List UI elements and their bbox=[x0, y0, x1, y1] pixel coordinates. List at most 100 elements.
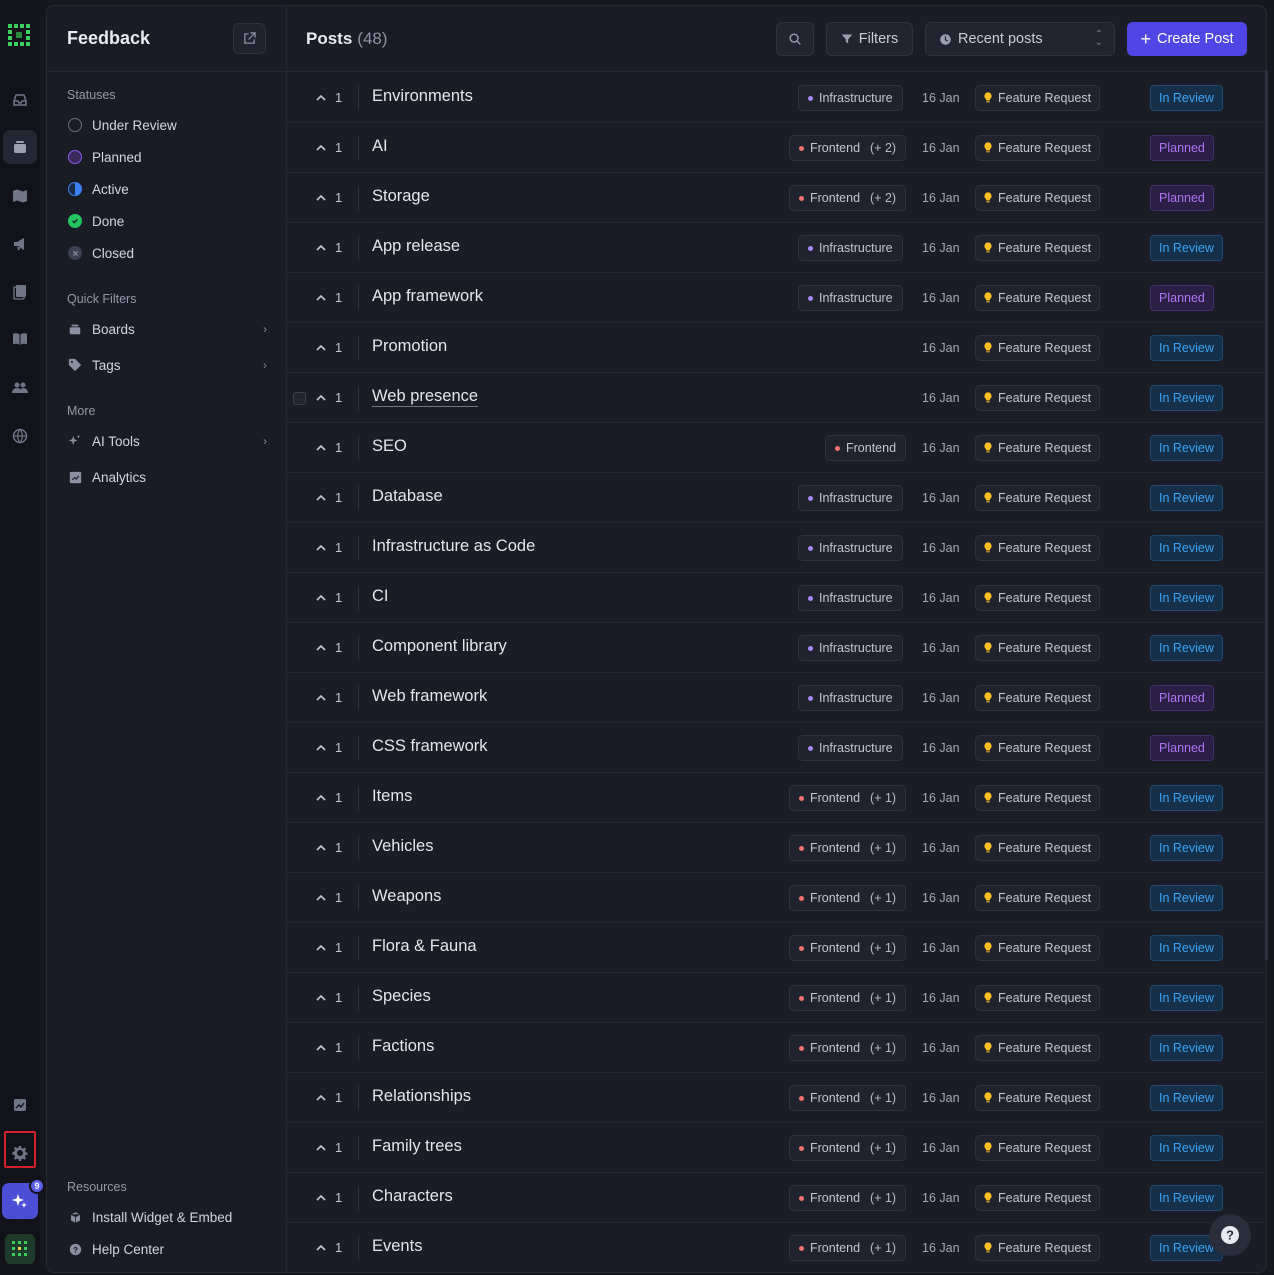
post-title[interactable]: CSS framework bbox=[372, 737, 488, 756]
upvote-button[interactable]: 1 bbox=[315, 290, 342, 305]
category-tag[interactable]: Feature Request bbox=[975, 185, 1100, 211]
board-tag[interactable]: Infrastructure bbox=[798, 585, 903, 611]
status-badge[interactable]: In Review bbox=[1150, 1135, 1223, 1161]
upvote-button[interactable]: 1 bbox=[315, 340, 342, 355]
row-checkbox[interactable] bbox=[293, 392, 306, 405]
category-tag[interactable]: Feature Request bbox=[975, 1185, 1100, 1211]
table-row[interactable]: 1 Relationships Frontend (+ 1) 16 Jan Feature… bbox=[287, 1073, 1266, 1123]
upvote-button[interactable]: 1 bbox=[315, 690, 342, 705]
board-tag[interactable]: Infrastructure bbox=[798, 285, 903, 311]
search-button[interactable] bbox=[776, 22, 814, 56]
category-tag[interactable]: Feature Request bbox=[975, 885, 1100, 911]
status-under-review[interactable]: Under Review bbox=[67, 113, 267, 137]
category-tag[interactable]: Feature Request bbox=[975, 1035, 1100, 1061]
status-badge[interactable]: In Review bbox=[1150, 485, 1223, 511]
board-tag[interactable]: Frontend (+ 1) bbox=[789, 885, 907, 911]
status-badge[interactable]: In Review bbox=[1150, 85, 1223, 111]
category-tag[interactable]: Feature Request bbox=[975, 235, 1100, 261]
category-tag[interactable]: Feature Request bbox=[975, 285, 1100, 311]
status-planned[interactable]: Planned bbox=[67, 145, 267, 169]
upvote-button[interactable]: 1 bbox=[315, 440, 342, 455]
table-row[interactable]: 1 Species Frontend (+ 1) 16 Jan Feature Reque… bbox=[287, 973, 1266, 1023]
post-title[interactable]: AI bbox=[372, 137, 388, 156]
category-tag[interactable]: Feature Request bbox=[975, 985, 1100, 1011]
table-row[interactable]: 1 Flora & Fauna Frontend (+ 1) 16 Jan Feature… bbox=[287, 923, 1266, 973]
table-row[interactable]: 1 Vehicles Frontend (+ 1) 16 Jan Feature Requ… bbox=[287, 823, 1266, 873]
category-tag[interactable]: Feature Request bbox=[975, 835, 1100, 861]
post-title[interactable]: Promotion bbox=[372, 337, 447, 356]
status-badge[interactable]: In Review bbox=[1150, 835, 1223, 861]
analytics-item[interactable]: Analytics bbox=[67, 465, 267, 489]
post-title[interactable]: Storage bbox=[372, 187, 430, 206]
board-tag[interactable]: Infrastructure bbox=[798, 635, 903, 661]
post-title[interactable]: Weapons bbox=[372, 887, 441, 906]
upvote-button[interactable]: 1 bbox=[315, 390, 342, 405]
upvote-button[interactable]: 1 bbox=[315, 640, 342, 655]
upvote-button[interactable]: 1 bbox=[315, 90, 342, 105]
help-button[interactable]: ? bbox=[1209, 1214, 1251, 1256]
category-tag[interactable]: Feature Request bbox=[975, 935, 1100, 961]
book-icon[interactable] bbox=[3, 322, 37, 356]
upvote-button[interactable]: 1 bbox=[315, 940, 342, 955]
table-row[interactable]: 1 Environments Infrastructure 16 Jan Feature… bbox=[287, 73, 1266, 123]
board-tag[interactable]: Frontend (+ 1) bbox=[789, 1035, 907, 1061]
analytics-icon[interactable] bbox=[3, 1088, 37, 1122]
table-row[interactable]: 1 Factions Frontend (+ 1) 16 Jan Feature Requ… bbox=[287, 1023, 1266, 1073]
post-title[interactable]: Species bbox=[372, 987, 431, 1006]
upvote-button[interactable]: 1 bbox=[315, 540, 342, 555]
table-row[interactable]: 1 Promotion 16 Jan Feature Request In Review bbox=[287, 323, 1266, 373]
board-tag[interactable]: Frontend (+ 1) bbox=[789, 785, 907, 811]
post-title[interactable]: SEO bbox=[372, 437, 407, 456]
table-row[interactable]: 1 App framework Infrastructure 16 Jan Featur… bbox=[287, 273, 1266, 323]
table-row[interactable]: 1 Items Frontend (+ 1) 16 Jan Feature Request… bbox=[287, 773, 1266, 823]
board-tag[interactable]: Infrastructure bbox=[798, 685, 903, 711]
upvote-button[interactable]: 1 bbox=[315, 890, 342, 905]
announcement-icon[interactable] bbox=[3, 227, 37, 261]
status-badge[interactable]: In Review bbox=[1150, 435, 1223, 461]
filters-button[interactable]: Filters bbox=[826, 22, 913, 56]
status-badge[interactable]: Planned bbox=[1150, 135, 1214, 161]
board-tag[interactable]: Frontend (+ 1) bbox=[789, 1185, 907, 1211]
post-title[interactable]: Factions bbox=[372, 1037, 434, 1056]
status-badge[interactable]: In Review bbox=[1150, 785, 1223, 811]
upvote-button[interactable]: 1 bbox=[315, 240, 342, 255]
changelog-icon[interactable] bbox=[3, 275, 37, 309]
install-widget-link[interactable]: Install Widget & Embed bbox=[67, 1205, 267, 1229]
inbox-icon[interactable] bbox=[3, 83, 37, 117]
board-tag[interactable]: Frontend (+ 1) bbox=[789, 1085, 907, 1111]
post-title[interactable]: App release bbox=[372, 237, 460, 256]
post-title[interactable]: Vehicles bbox=[372, 837, 433, 856]
table-row[interactable]: 1 Family trees Frontend (+ 1) 16 Jan Feature … bbox=[287, 1123, 1266, 1173]
board-tag[interactable]: Frontend bbox=[825, 435, 907, 461]
status-badge[interactable]: Planned bbox=[1150, 685, 1214, 711]
post-title[interactable]: App framework bbox=[372, 287, 483, 306]
upvote-button[interactable]: 1 bbox=[315, 590, 342, 605]
ai-tools-item[interactable]: AI Tools › bbox=[67, 429, 267, 453]
post-title[interactable]: Web framework bbox=[372, 687, 487, 706]
table-row[interactable]: 1 Characters Frontend (+ 1) 16 Jan Feature Re… bbox=[287, 1173, 1266, 1223]
post-title[interactable]: Database bbox=[372, 487, 443, 506]
status-badge[interactable]: Planned bbox=[1150, 185, 1214, 211]
table-row[interactable]: 1 CI Infrastructure 16 Jan Feature Request In… bbox=[287, 573, 1266, 623]
category-tag[interactable]: Feature Request bbox=[975, 385, 1100, 411]
filter-boards[interactable]: Boards › bbox=[67, 317, 267, 341]
filter-tags[interactable]: Tags › bbox=[67, 353, 267, 377]
status-badge[interactable]: In Review bbox=[1150, 1185, 1223, 1211]
post-title[interactable]: CI bbox=[372, 587, 389, 606]
sort-select[interactable]: Recent posts ⌃ ⌄ bbox=[925, 22, 1115, 56]
board-tag[interactable]: Frontend (+ 1) bbox=[789, 1235, 907, 1261]
status-badge[interactable]: In Review bbox=[1150, 335, 1223, 361]
post-title[interactable]: Events bbox=[372, 1237, 422, 1256]
category-tag[interactable]: Feature Request bbox=[975, 335, 1100, 361]
post-title[interactable]: Flora & Fauna bbox=[372, 937, 477, 956]
board-tag[interactable]: Frontend (+ 1) bbox=[789, 985, 907, 1011]
status-done[interactable]: Done bbox=[67, 209, 267, 233]
scrollbar[interactable] bbox=[1265, 70, 1268, 960]
upvote-button[interactable]: 1 bbox=[315, 1090, 342, 1105]
post-title[interactable]: Family trees bbox=[372, 1137, 462, 1156]
status-badge[interactable]: In Review bbox=[1150, 585, 1223, 611]
create-post-button[interactable]: + Create Post bbox=[1127, 22, 1247, 56]
board-tag[interactable]: Frontend (+ 2) bbox=[789, 185, 907, 211]
board-tag[interactable]: Infrastructure bbox=[798, 485, 903, 511]
post-title[interactable]: Component library bbox=[372, 637, 507, 656]
